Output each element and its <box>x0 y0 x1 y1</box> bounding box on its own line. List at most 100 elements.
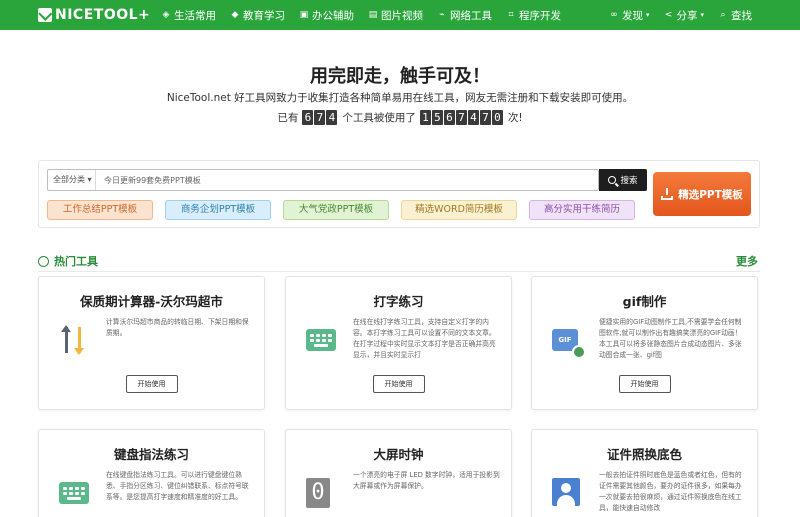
tag-work-summary-ppt[interactable]: 工作总结PPT模板 <box>47 200 153 220</box>
digital-clock-icon: 0 <box>306 478 336 508</box>
category-select[interactable]: 全部分类 ▾ <box>48 170 96 190</box>
nav-discover[interactable]: ∞ 发现 ▾ <box>609 8 650 23</box>
flame-icon <box>38 255 49 267</box>
tool-card-big-clock[interactable]: 大屏时钟 0 一个漂亮的电子屏 LED 数字时钟，适用于投影到大屏幕或作为屏幕保… <box>285 429 512 517</box>
tag-label: 工作总结PPT模板 <box>62 204 138 215</box>
logo-text: NICETOOL+ <box>55 7 151 23</box>
code-icon: ⌗ <box>508 10 514 20</box>
image-icon: ▤ <box>368 10 378 20</box>
nav-item-label: 生活常用 <box>174 9 216 22</box>
nav-item-label: 教育学习 <box>243 9 285 22</box>
usage-counter: 已有 674 个工具被使用了 1567470 次! <box>0 110 800 125</box>
education-icon: ◆ <box>231 10 239 20</box>
site-logo[interactable]: NICETOOL+ <box>38 6 150 24</box>
tag-label: 精选WORD简历模板 <box>415 204 503 215</box>
nav-item-label: 发现 <box>621 9 643 22</box>
card-title: 证件照换底色 <box>606 447 682 462</box>
counter-digit: 6 <box>443 110 455 125</box>
card-description: 在线键盘指法练习工具。可以进行键盘键位熟悉、手指分区练习、键位纠错联系、标点符号… <box>106 471 249 501</box>
nav-menu: ◈ 生活常用 ◆ 教育学习 ▣ 办公辅助 ▤ 图片视频 ⌁ 网络工具 ⌗ 程序开发 <box>161 0 575 30</box>
nav-item-education[interactable]: ◆ 教育学习 <box>230 8 285 23</box>
nav-item-dev[interactable]: ⌗ 程序开发 <box>506 8 561 23</box>
more-link[interactable]: 更多 <box>736 253 758 269</box>
tool-card-typing[interactable]: 打字练习 在线在线打字练习工具，支持自定义打字的内容。本打字练习工具可以设置不同… <box>285 276 512 410</box>
card-title: gif制作 <box>622 294 667 309</box>
tool-count: 674 <box>302 110 338 125</box>
counter-digit: 1 <box>419 110 431 125</box>
life-icon: ◈ <box>162 10 170 20</box>
card-title: 打字练习 <box>373 294 424 309</box>
card-description: 计算沃尔玛超市商品的转临日期、下架日期和保质期。 <box>106 318 249 337</box>
nav-item-network[interactable]: ⌁ 网络工具 <box>437 8 492 23</box>
nav-item-label: 图片视频 <box>381 9 423 22</box>
search-icon: ⌕ <box>720 10 726 20</box>
card-title: 键盘指法练习 <box>113 447 189 462</box>
keyboard-icon <box>59 478 89 508</box>
counter-digit: 4 <box>326 110 338 125</box>
discover-icon: ∞ <box>610 10 618 20</box>
nav-item-label: 程序开发 <box>519 9 561 22</box>
search-button-label: 搜索 <box>620 176 638 186</box>
use-count: 1567470 <box>419 110 504 125</box>
tool-card-shelf-life[interactable]: 保质期计算器-沃尔玛超市 计算沃尔玛超市商品的转临日期、下架日期和保质期。 开始… <box>38 276 265 410</box>
tag-business-ppt[interactable]: 商务企划PPT模板 <box>165 200 271 220</box>
nav-item-office[interactable]: ▣ 办公辅助 <box>299 8 354 23</box>
share-icon: < <box>664 10 673 20</box>
counter-digit: 4 <box>467 110 479 125</box>
counter-suffix: 次! <box>507 112 523 124</box>
nav-share[interactable]: < 分享 ▾ <box>663 8 704 23</box>
counter-digit: 5 <box>431 110 443 125</box>
ppt-button-label: 精选PPT模板 <box>678 188 743 201</box>
gif-icon: GIF <box>552 325 586 359</box>
start-button[interactable]: 开始使用 <box>618 375 671 393</box>
chevron-down-icon: ▾ <box>700 11 704 19</box>
tag-word-resume[interactable]: 精选WORD简历模板 <box>401 200 517 220</box>
hero-subtitle: NiceTool.net 好工具网致力于收集打造各种简单易用在线工具，网友无需注… <box>166 92 634 104</box>
start-button[interactable]: 开始使用 <box>372 375 425 393</box>
hero-title: 用完即走，触手可及！ <box>310 66 490 87</box>
tag-label: 高分实用干练简历 <box>543 204 620 215</box>
counter-digit: 0 <box>491 110 503 125</box>
nav-item-label: 分享 <box>676 9 698 22</box>
card-title: 大屏时钟 <box>373 447 424 462</box>
search-panel: 全部分类 ▾ 搜索 工作总结PPT模板 商务企划PPT模板 大气党政PPT模板 … <box>38 160 760 228</box>
id-photo-icon <box>552 478 582 508</box>
network-icon: ⌁ <box>439 10 445 20</box>
download-icon <box>661 188 674 200</box>
section-divider <box>38 271 760 272</box>
tag-party-ppt[interactable]: 大气党政PPT模板 <box>283 200 389 220</box>
search-input[interactable] <box>96 170 598 190</box>
nav-item-image-video[interactable]: ▤ 图片视频 <box>368 8 423 23</box>
tag-resume[interactable]: 高分实用干练简历 <box>529 200 635 220</box>
logo-check-icon <box>38 8 52 22</box>
arrows-updown-icon <box>59 325 89 355</box>
card-title: 保质期计算器-沃尔玛超市 <box>80 294 223 309</box>
clock-digit: 0 <box>306 478 330 508</box>
tool-card-id-photo[interactable]: 证件照换底色 一般去拍证件照时底色是蓝色或者红色，但有的证件需要其他颜色，要办的… <box>531 429 758 517</box>
nav-item-label: 查找 <box>731 9 752 22</box>
nav-item-life[interactable]: ◈ 生活常用 <box>161 8 216 23</box>
tag-label: 商务企划PPT模板 <box>180 204 256 215</box>
counter-digit: 7 <box>455 110 467 125</box>
start-button[interactable]: 开始使用 <box>125 375 178 393</box>
keyboard-icon <box>306 325 336 355</box>
search-icon <box>608 176 617 184</box>
nav-search[interactable]: ⌕ 查找 <box>718 8 752 23</box>
counter-digit: 7 <box>479 110 491 125</box>
ppt-template-button[interactable]: 精选PPT模板 <box>653 172 751 216</box>
search-button[interactable]: 搜索 <box>599 169 647 191</box>
tool-card-fingering[interactable]: 键盘指法练习 在线键盘指法练习工具。可以进行键盘键位熟悉、手指分区练习、键位纠错… <box>38 429 265 517</box>
counter-prefix: 已有 <box>277 112 299 124</box>
chevron-down-icon: ▾ <box>645 11 650 19</box>
top-navbar: NICETOOL+ ◈ 生活常用 ◆ 教育学习 ▣ 办公辅助 ▤ 图片视频 ⌁ 网络工具 … <box>0 0 800 30</box>
counter-middle: 个工具被使用了 <box>342 112 416 124</box>
hot-tools-heading: 热门工具 <box>38 253 98 269</box>
card-description: 一般去拍证件照时底色是蓝色或者红色，但有的证件需要其他颜色，要办的证件很多，如果… <box>599 471 742 512</box>
card-description: 一个漂亮的电子屏 LED 数字时钟，适用于投影到大屏幕或作为屏幕保护。 <box>353 471 500 490</box>
counter-digit: 7 <box>314 110 326 125</box>
hot-tools-title: 热门工具 <box>54 255 98 268</box>
nav-item-label: 网络工具 <box>450 9 492 22</box>
card-description: 便捷实用的GIF动图制作工具,不需要学会任何制图软件,就可以制作出有趣搞笑漂亮的… <box>599 318 742 359</box>
tool-card-gif[interactable]: gif制作 GIF 便捷实用的GIF动图制作工具,不需要学会任何制图软件,就可以… <box>531 276 758 410</box>
nav-right-menu: ∞ 发现 ▾ < 分享 ▾ ⌕ 查找 <box>595 0 752 30</box>
